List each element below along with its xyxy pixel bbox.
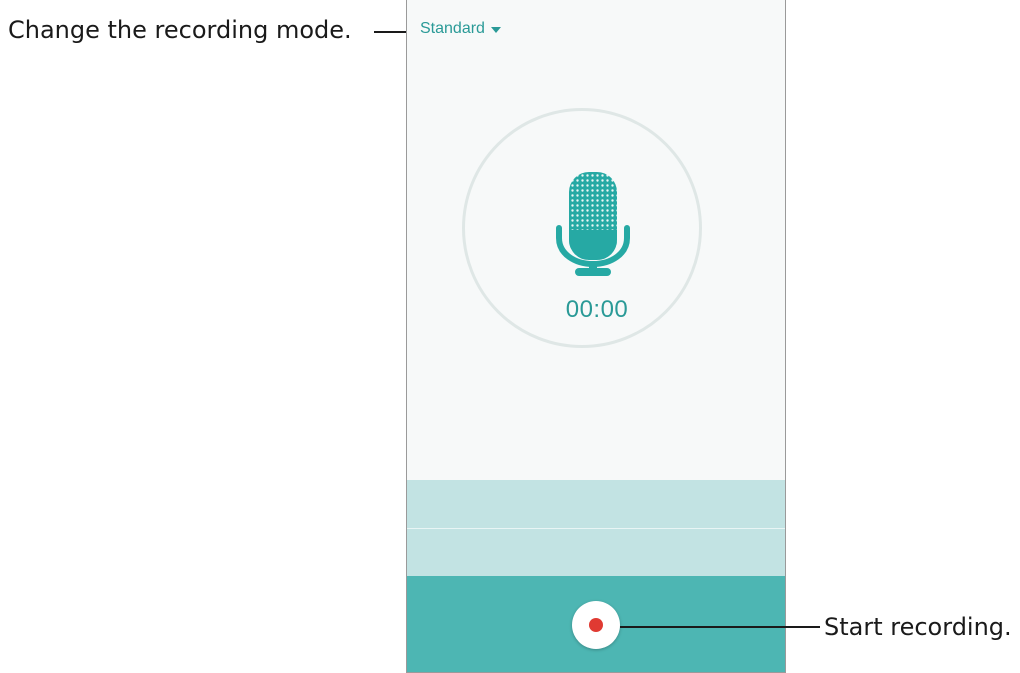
record-button[interactable] <box>572 601 620 649</box>
callout-leader-line-record <box>620 626 820 628</box>
waveform-baseline <box>407 528 785 529</box>
recording-mode-dropdown[interactable]: Standard <box>420 20 501 38</box>
voice-recorder-screen: Standard 00:00 <box>406 0 786 673</box>
elapsed-time: 00:00 <box>565 296 629 323</box>
callout-start-recording: Start recording. <box>824 613 1012 641</box>
microphone-icon <box>555 168 631 280</box>
recording-mode-label: Standard <box>420 20 485 37</box>
waveform-area <box>407 480 785 576</box>
callout-change-mode: Change the recording mode. <box>8 16 352 44</box>
caret-down-icon <box>490 27 501 33</box>
record-dot-icon <box>589 618 603 632</box>
